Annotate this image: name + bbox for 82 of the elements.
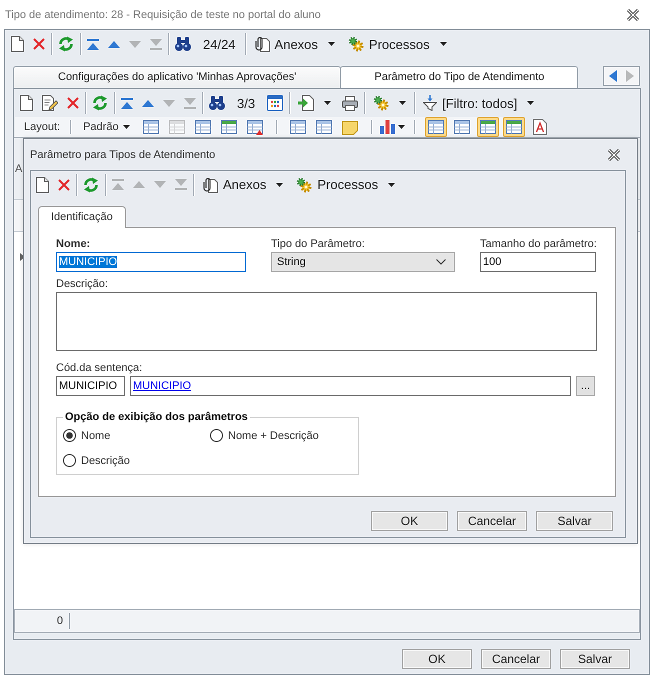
caret-icon	[399, 101, 406, 105]
gears-icon	[296, 176, 312, 192]
caret-icon	[527, 101, 534, 105]
field-label: Descrição:	[56, 277, 109, 292]
close-icon[interactable]	[608, 148, 620, 160]
delete-icon[interactable]	[67, 97, 79, 109]
record-counter: 24/24	[203, 36, 236, 52]
processes-menu[interactable]: Processos	[294, 174, 398, 196]
table-icon[interactable]	[267, 95, 284, 111]
edit-document-icon[interactable]	[42, 95, 58, 111]
ok-button[interactable]: OK	[402, 649, 472, 669]
tab[interactable]: Identificação	[38, 206, 126, 228]
refresh-icon[interactable]	[83, 176, 99, 192]
gears-icon	[348, 36, 364, 52]
binoculars-icon[interactable]	[209, 96, 225, 110]
layout-label: Layout:	[24, 121, 60, 133]
group-title: Opção de exibição dos parâmetros	[64, 411, 249, 423]
tab[interactable]: Configurações do aplicativo 'Minhas Aprovações'	[13, 66, 342, 88]
caret-icon	[440, 42, 447, 46]
layout-preset-dropdown[interactable]: Padrão	[81, 118, 136, 136]
sentence-link[interactable]: MUNICIPIO	[133, 380, 192, 392]
field-label: Tipo do Parâmetro:	[271, 237, 366, 252]
cancel-button[interactable]: Cancelar	[456, 511, 527, 531]
save-button[interactable]: Salvar	[560, 649, 630, 669]
ok-button[interactable]: OK	[370, 511, 448, 531]
triangle-up-icon[interactable]	[142, 100, 154, 106]
filter-menu[interactable]: [Filtro: todos]	[421, 92, 536, 114]
sentence-code-input[interactable]: MUNICIPIO	[56, 376, 125, 396]
radio-icon[interactable]	[210, 429, 223, 442]
new-document-icon[interactable]	[36, 176, 49, 192]
radio-icon[interactable]	[63, 454, 76, 467]
attachments-menu[interactable]: Anexos	[200, 174, 286, 196]
sentence-field[interactable]: MUNICIPIO	[130, 376, 571, 396]
cancel-button[interactable]: Cancelar	[480, 649, 551, 669]
caret-icon	[398, 125, 406, 129]
layout-tool-button[interactable]	[382, 117, 404, 137]
description-field[interactable]	[56, 292, 597, 351]
skip-up-icon[interactable]	[87, 38, 99, 50]
record-counter: 3/3	[237, 96, 256, 110]
close-icon[interactable]	[627, 8, 639, 20]
attachments-menu[interactable]: Anexos	[252, 33, 337, 55]
save-button[interactable]: Salvar	[536, 511, 613, 531]
delete-icon[interactable]	[58, 178, 70, 190]
parameter-size-input[interactable]: 100	[480, 252, 596, 272]
gears-icon	[373, 95, 390, 111]
browse-button[interactable]: ...	[576, 376, 595, 396]
new-document-icon[interactable]	[11, 36, 24, 52]
new-document-icon[interactable]	[20, 95, 33, 111]
field-label: Nome:	[56, 237, 92, 252]
processes-menu[interactable]: Processos	[346, 33, 449, 55]
tab[interactable]: Parâmetro do Tipo de Atendimento	[340, 66, 578, 88]
radio-icon[interactable]	[63, 429, 76, 442]
printer-icon[interactable]	[342, 96, 358, 110]
caret-icon	[388, 182, 396, 186]
paperclip-icon	[254, 36, 270, 52]
chevron-down-icon	[436, 259, 446, 265]
field-label: Tamanho do parâmetro:	[480, 237, 598, 252]
paperclip-icon	[202, 176, 218, 192]
group-panel-text: A	[15, 162, 22, 174]
record-count: 0	[56, 615, 64, 627]
caret-icon	[328, 42, 335, 46]
skip-up-icon[interactable]	[121, 98, 133, 108]
caret-icon	[276, 182, 284, 186]
triangle-left-icon[interactable]	[608, 70, 617, 82]
caret-icon	[324, 101, 332, 105]
refresh-icon[interactable]	[92, 95, 108, 111]
refresh-icon[interactable]	[58, 36, 74, 52]
parameter-type-select[interactable]: String	[271, 252, 455, 272]
display-option-radio[interactable]: Nome	[63, 427, 110, 444]
binoculars-icon[interactable]	[175, 37, 191, 51]
export-menu[interactable]	[296, 92, 334, 114]
name-input[interactable]: MUNICIPIO	[56, 252, 246, 272]
triangle-up-icon[interactable]	[108, 40, 120, 48]
field-label: Cód.da sentença:	[56, 361, 144, 376]
filter-icon	[423, 95, 438, 111]
export-document-icon	[298, 95, 314, 111]
caret-icon	[122, 125, 130, 129]
dialog-title: Parâmetro para Tipos de Atendimento	[30, 148, 216, 160]
delete-icon[interactable]	[33, 38, 45, 50]
display-option-radio[interactable]: Descrição	[63, 452, 130, 469]
window-title: Tipo de atendimento: 28 - Requisição de teste no portal do aluno	[5, 8, 321, 20]
display-option-radio[interactable]: Nome + Descrição	[210, 427, 319, 444]
